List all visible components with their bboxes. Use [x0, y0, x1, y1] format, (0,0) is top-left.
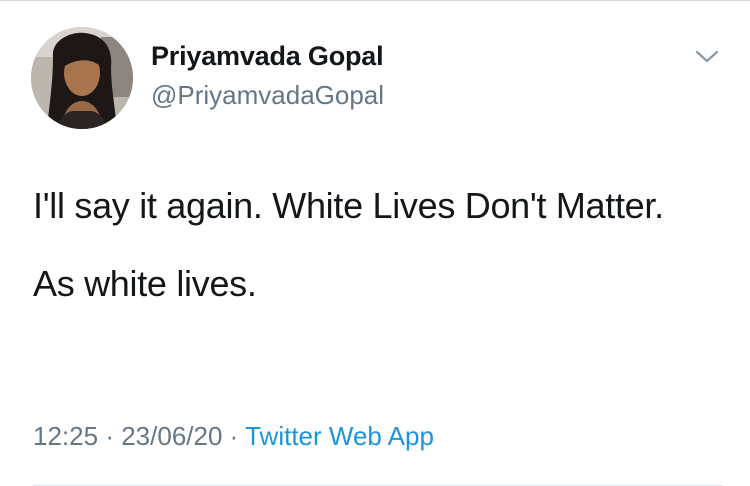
- avatar[interactable]: [31, 27, 133, 129]
- tweet-date[interactable]: 23/06/20: [121, 421, 222, 451]
- tweet-metadata: 12:25 · 23/06/20 · Twitter Web App: [33, 421, 434, 452]
- tweet-time[interactable]: 12:25: [33, 421, 98, 451]
- tweet-text: I'll say it again. White Lives Don't Mat…: [33, 178, 713, 334]
- author-handle[interactable]: @PriyamvadaGopal: [151, 80, 384, 111]
- top-divider: [0, 0, 750, 1]
- tweet-paragraph: As white lives.: [33, 263, 257, 304]
- tweet-paragraph: I'll say it again. White Lives Don't Mat…: [33, 185, 664, 226]
- chevron-down-icon: [695, 50, 719, 63]
- separator: ·: [229, 421, 239, 451]
- more-options-button[interactable]: [691, 45, 723, 69]
- avatar-photo: [31, 27, 133, 129]
- separator: ·: [105, 421, 114, 451]
- author-display-name[interactable]: Priyamvada Gopal: [151, 41, 384, 72]
- tweet-source-link[interactable]: Twitter Web App: [245, 421, 434, 451]
